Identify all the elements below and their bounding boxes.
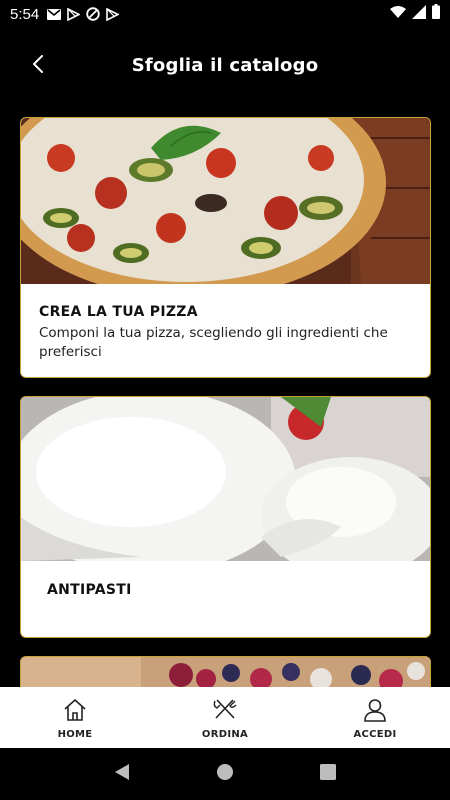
nav-home[interactable]: HOME xyxy=(30,687,120,748)
bottom-navigation: HOME ORDINA ACCEDI xyxy=(0,687,450,748)
nav-ordina[interactable]: ORDINA xyxy=(180,687,270,748)
utensils-icon xyxy=(212,698,238,727)
card-body: CREA LA TUA PIZZA Componi la tua pizza, … xyxy=(21,284,430,362)
battery-icon xyxy=(432,4,440,19)
catalog-card-antipasti[interactable]: ANTIPASTI xyxy=(20,396,431,638)
chevron-left-icon xyxy=(31,54,45,79)
notification-icons xyxy=(47,7,120,21)
nav-label: ACCEDI xyxy=(353,729,397,740)
recents-square-icon xyxy=(320,763,337,785)
status-bar: 5:54 xyxy=(0,0,450,28)
nav-label: ORDINA xyxy=(201,729,249,740)
at-sign-icon xyxy=(86,7,100,21)
status-time: 5:54 xyxy=(10,5,40,23)
home-circle-icon xyxy=(216,763,234,786)
system-recents-button[interactable] xyxy=(313,759,343,789)
app-header: Sfoglia il catalogo xyxy=(0,40,450,90)
pizza-photo xyxy=(21,118,430,284)
wifi-icon xyxy=(390,5,406,18)
user-icon xyxy=(362,698,388,727)
gmail-icon xyxy=(47,8,62,20)
nav-label: HOME xyxy=(57,729,93,740)
back-triangle-icon xyxy=(114,763,130,786)
system-status-icons xyxy=(390,4,440,19)
system-navigation-bar xyxy=(0,748,450,800)
card-title: CREA LA TUA PIZZA xyxy=(39,304,198,320)
system-home-button[interactable] xyxy=(210,759,240,789)
signal-icon xyxy=(412,4,426,19)
card-description: Componi la tua pizza, scegliendo gli ing… xyxy=(39,325,388,360)
play-store-icon xyxy=(67,7,81,21)
page-title: Sfoglia il catalogo xyxy=(131,54,319,76)
back-button[interactable] xyxy=(24,52,52,80)
system-back-button[interactable] xyxy=(107,759,137,789)
home-icon xyxy=(62,698,88,727)
card-body: ANTIPASTI xyxy=(21,561,430,598)
mozzarella-photo xyxy=(21,397,430,561)
card-title: ANTIPASTI xyxy=(47,582,132,598)
catalog-card-crea-pizza[interactable]: CREA LA TUA PIZZA Componi la tua pizza, … xyxy=(20,117,431,378)
play-store-icon xyxy=(106,7,120,21)
nav-accedi[interactable]: ACCEDI xyxy=(330,687,420,748)
